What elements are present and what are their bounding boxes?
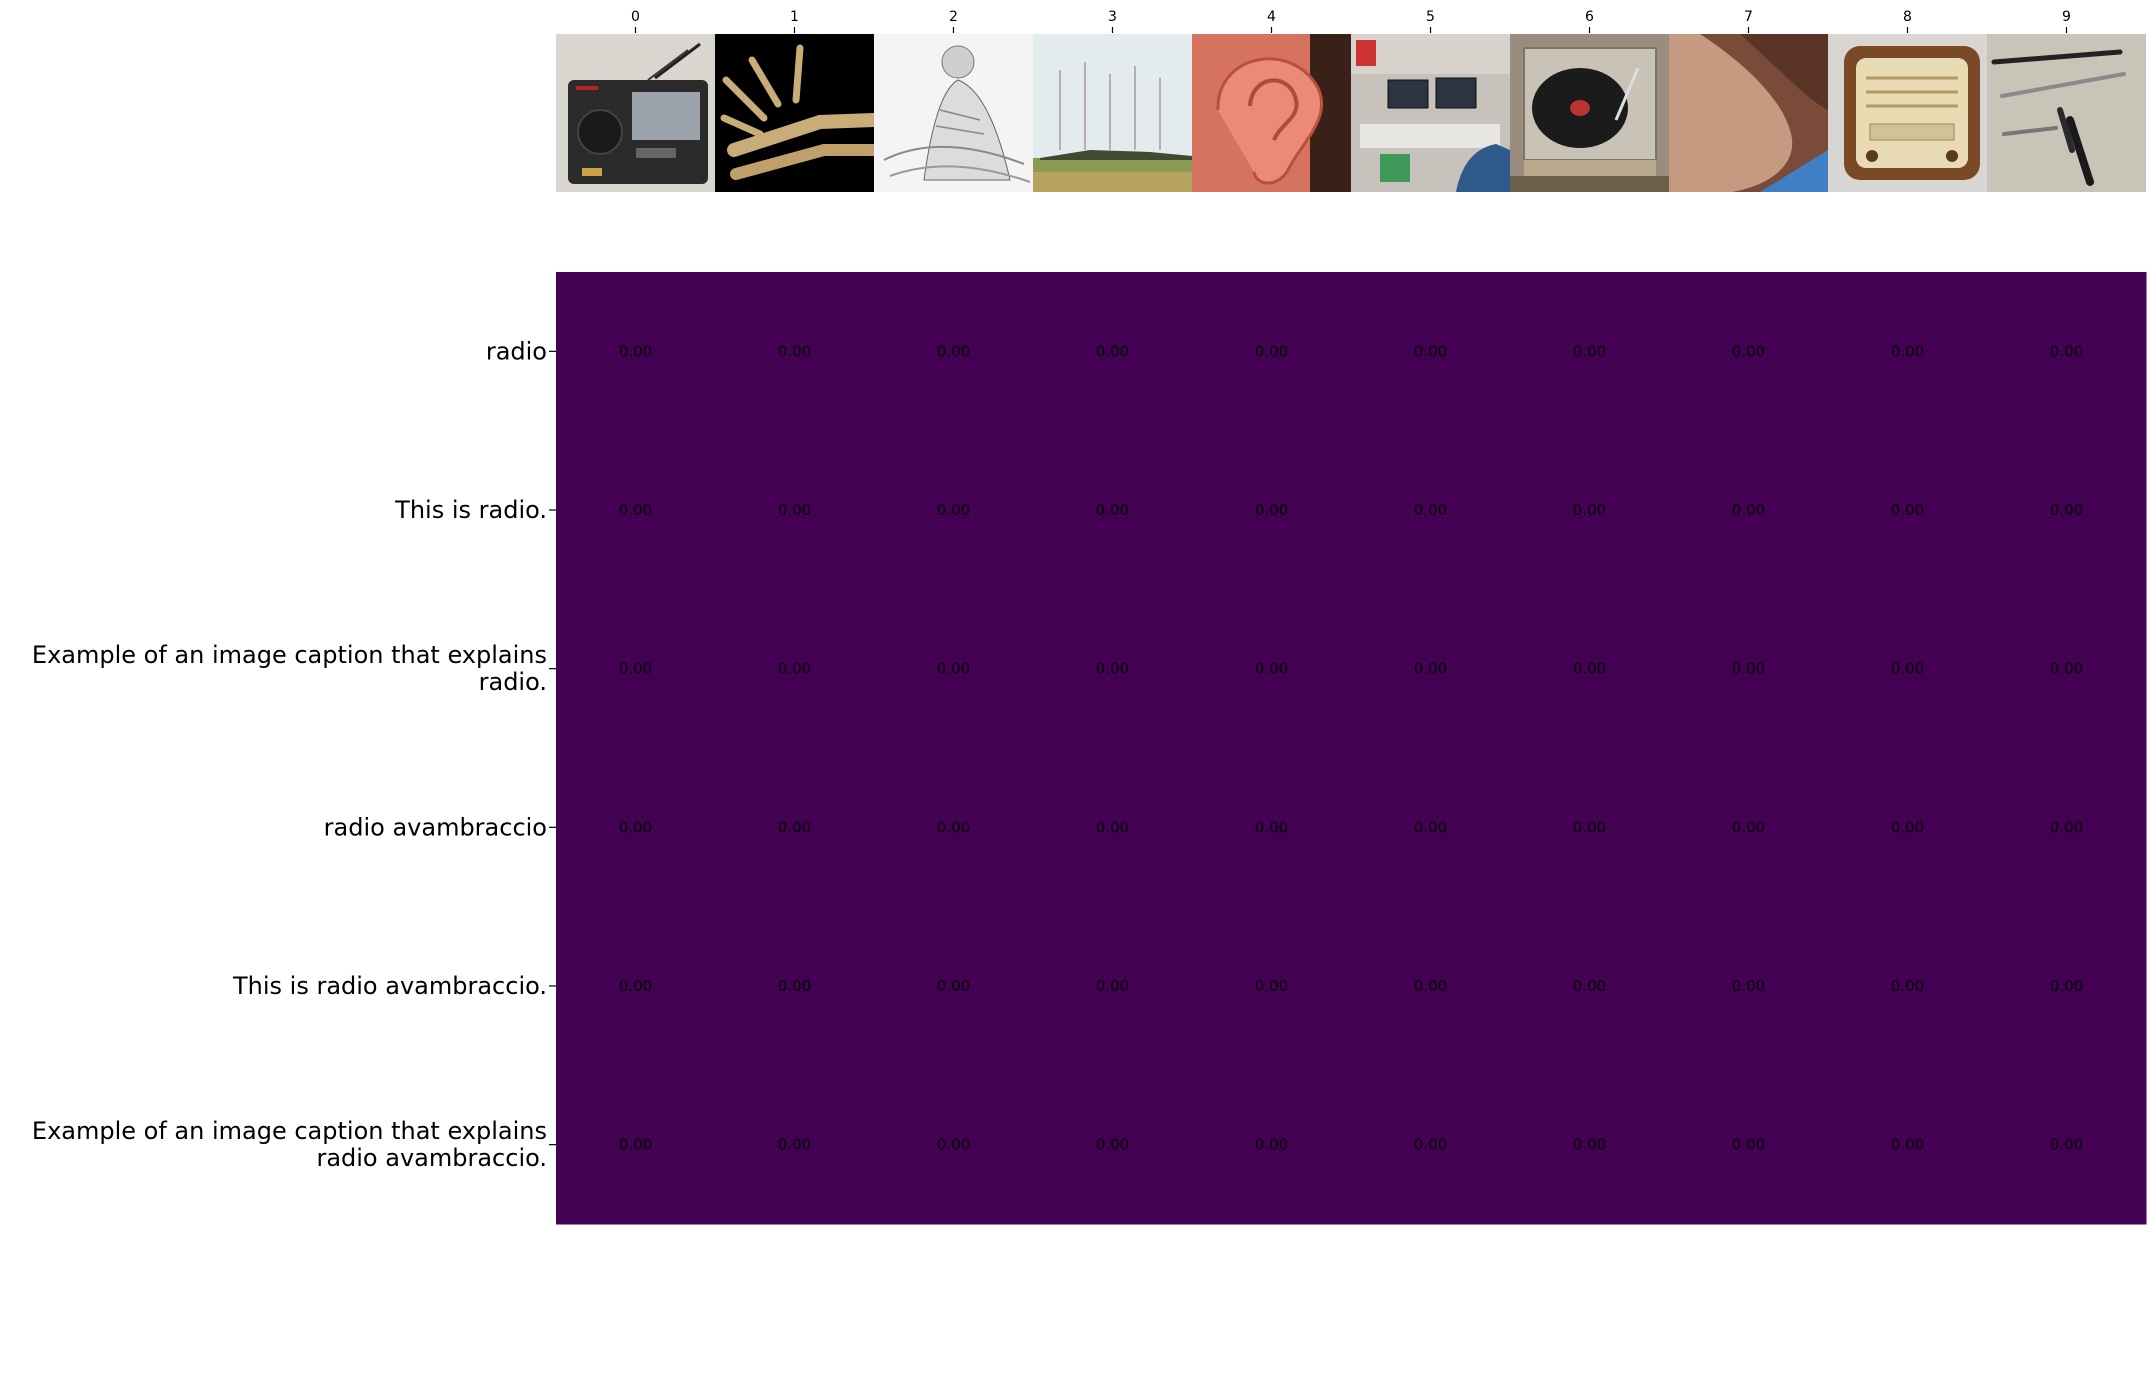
y-tick-label-line: radio <box>486 337 547 365</box>
y-tick-label-line: This is radio avambraccio. <box>232 972 547 1000</box>
cell-value-label: 0.00 <box>2050 977 2083 995</box>
cell-value-label: 0.00 <box>1096 660 1129 678</box>
x-tick-label: 5 <box>1426 9 1435 25</box>
similarity-heatmap-figure: 0 1 2 3 4 5 6 7 8 9 0.00 0.00 0.00 0.00 0.00 0.00 0.00 0… <box>32 9 2147 1225</box>
cell-value-label: 0.00 <box>2050 818 2083 836</box>
vintage-radio-icon <box>1828 34 1987 192</box>
studio-icon <box>1351 34 1510 192</box>
y-tick-label: This is radio avambraccio. <box>232 972 547 1000</box>
cell-value-label: 0.00 <box>1255 660 1288 678</box>
cell-value-label: 0.00 <box>2050 1136 2083 1154</box>
y-tick-label-line: radio. <box>479 668 547 696</box>
cell-value-label: 0.00 <box>1573 818 1606 836</box>
cell-value-label: 0.00 <box>1891 342 1924 360</box>
engraving-icon <box>874 34 1033 192</box>
cell-value-label: 0.00 <box>1573 660 1606 678</box>
cell-value-label: 0.00 <box>1891 1136 1924 1154</box>
x-tick-label: 1 <box>790 9 799 25</box>
cell-value-label: 0.00 <box>1891 501 1924 519</box>
cell-value-label: 0.00 <box>1096 977 1129 995</box>
y-tick-label: radio avambraccio <box>324 813 547 841</box>
x-tick-label: 7 <box>1744 9 1753 25</box>
cell-value-label: 0.00 <box>1891 818 1924 836</box>
cell-value-label: 0.00 <box>778 501 811 519</box>
cell-value-label: 0.00 <box>1732 660 1765 678</box>
cell-value-label: 0.00 <box>937 977 970 995</box>
instruments-icon <box>1987 34 2146 192</box>
y-tick-label-line: radio avambraccio <box>324 813 547 841</box>
x-tick-label: 3 <box>1108 9 1117 25</box>
cell-value-label: 0.00 <box>1573 977 1606 995</box>
cell-value-label: 0.00 <box>1414 818 1447 836</box>
cell-value-label: 0.00 <box>1255 977 1288 995</box>
cell-value-label: 0.00 <box>937 818 970 836</box>
cell-value-label: 0.00 <box>1573 342 1606 360</box>
cell-value-label: 0.00 <box>937 1136 970 1154</box>
cell-value-label: 0.00 <box>619 1136 652 1154</box>
cell-value-label: 0.00 <box>1414 342 1447 360</box>
cell-value-label: 0.00 <box>1096 342 1129 360</box>
cell-value-label: 0.00 <box>778 660 811 678</box>
cell-value-label: 0.00 <box>778 342 811 360</box>
cell-value-label: 0.00 <box>778 1136 811 1154</box>
y-tick-label: This is radio. <box>394 496 547 524</box>
cell-value-label: 0.00 <box>1096 1136 1129 1154</box>
cell-value-label: 0.00 <box>1414 660 1447 678</box>
cell-value-label: 0.00 <box>1096 818 1129 836</box>
y-axis: radio This is radio. Example of an image c… <box>32 337 556 1172</box>
cell-value-label: 0.00 <box>1732 342 1765 360</box>
cell-value-label: 0.00 <box>2050 342 2083 360</box>
radio-icon <box>556 34 715 192</box>
cell-value-label: 0.00 <box>937 342 970 360</box>
turntable-icon <box>1510 34 1669 192</box>
cell-value-label: 0.00 <box>619 818 652 836</box>
cell-value-label: 0.00 <box>2050 501 2083 519</box>
cell-value-label: 0.00 <box>619 342 652 360</box>
cell-value-label: 0.00 <box>1891 977 1924 995</box>
cell-value-label: 0.00 <box>1414 501 1447 519</box>
y-tick-label-line: This is radio. <box>394 496 547 524</box>
x-axis: 0 1 2 3 4 5 6 7 8 9 <box>631 9 2071 33</box>
cell-value-label: 0.00 <box>937 660 970 678</box>
cell-value-label: 0.00 <box>778 818 811 836</box>
ear-icon <box>1192 34 1351 192</box>
cell-value-label: 0.00 <box>1255 342 1288 360</box>
cell-value-label: 0.00 <box>1414 977 1447 995</box>
x-tick-label: 8 <box>1903 9 1912 25</box>
y-tick-label-line: Example of an image caption that explain… <box>32 641 547 669</box>
y-tick-label-line: Example of an image caption that explain… <box>32 1117 547 1145</box>
cell-value-label: 0.00 <box>1096 501 1129 519</box>
x-tick-label: 4 <box>1267 9 1276 25</box>
cell-value-label: 0.00 <box>778 977 811 995</box>
cell-value-label: 0.00 <box>619 977 652 995</box>
bones-icon <box>715 34 874 192</box>
cell-value-label: 0.00 <box>1573 1136 1606 1154</box>
cell-value-label: 0.00 <box>1573 501 1606 519</box>
y-tick-label: Example of an image caption that explain… <box>32 641 547 696</box>
cell-value-label: 0.00 <box>1732 818 1765 836</box>
x-tick-label: 9 <box>2062 9 2071 25</box>
y-tick-label: radio <box>486 337 547 365</box>
cell-value-label: 0.00 <box>1732 501 1765 519</box>
cell-value-label: 0.00 <box>1891 660 1924 678</box>
cell-value-label: 0.00 <box>2050 660 2083 678</box>
cell-value-label: 0.00 <box>1414 1136 1447 1154</box>
cell-value-label: 0.00 <box>1255 818 1288 836</box>
cell-value-label: 0.00 <box>1255 1136 1288 1154</box>
cell-value-label: 0.00 <box>619 660 652 678</box>
cell-value-label: 0.00 <box>1732 977 1765 995</box>
cell-value-label: 0.00 <box>937 501 970 519</box>
cell-value-label: 0.00 <box>619 501 652 519</box>
heatmap-cells <box>556 272 2147 1225</box>
x-tick-label: 0 <box>631 9 640 25</box>
x-tick-label: 2 <box>949 9 958 25</box>
antenna-field-icon <box>1033 34 1192 192</box>
cell-value-label: 0.00 <box>1732 1136 1765 1154</box>
x-tick-label: 6 <box>1585 9 1594 25</box>
y-tick-label: Example of an image caption that explain… <box>32 1117 547 1172</box>
elbow-icon <box>1669 34 1828 192</box>
y-tick-label-line: radio avambraccio. <box>316 1144 547 1172</box>
image-thumbnail-strip <box>556 34 2146 192</box>
cell-value-label: 0.00 <box>1255 501 1288 519</box>
